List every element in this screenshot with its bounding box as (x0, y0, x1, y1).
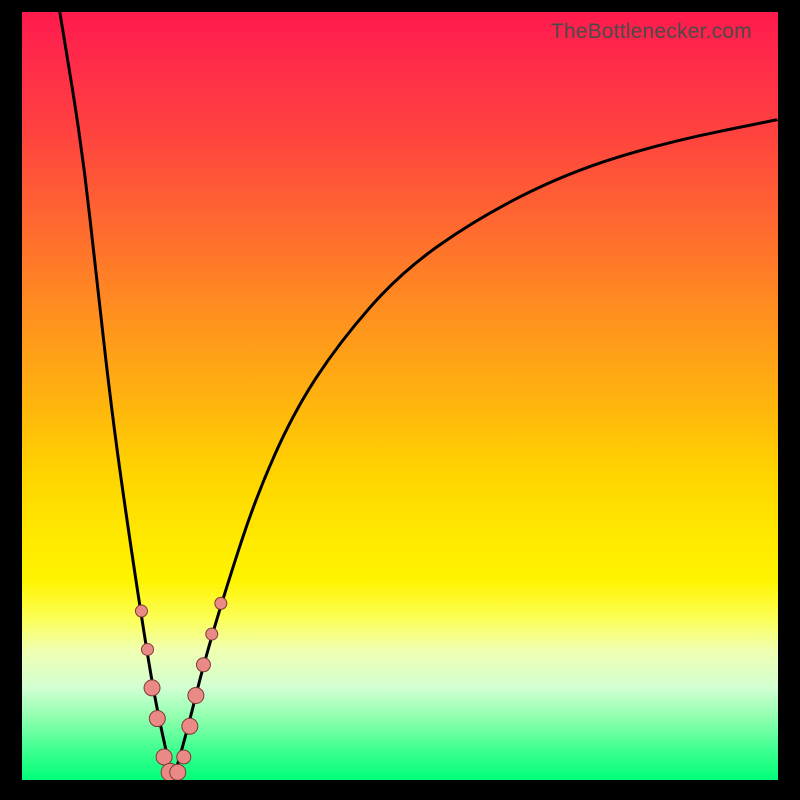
chart-frame: TheBottlenecker.com (0, 0, 800, 800)
highlight-marker (196, 658, 210, 672)
highlight-marker (177, 750, 191, 764)
plot-area: TheBottlenecker.com (22, 12, 778, 780)
highlight-marker (144, 680, 160, 696)
highlight-marker (141, 643, 153, 655)
highlight-marker (170, 764, 186, 780)
highlight-marker (188, 688, 204, 704)
watermark-label: TheBottlenecker.com (551, 20, 752, 44)
highlight-markers (135, 597, 226, 780)
curve-layer (22, 12, 778, 780)
highlight-marker (182, 718, 198, 734)
highlight-marker (156, 749, 172, 765)
highlight-marker (135, 605, 147, 617)
highlight-marker (215, 597, 227, 609)
highlight-marker (149, 711, 165, 727)
highlight-marker (206, 628, 218, 640)
right-branch-curve (173, 120, 778, 780)
left-branch-curve (60, 12, 173, 780)
bottleneck-curve (60, 12, 778, 780)
